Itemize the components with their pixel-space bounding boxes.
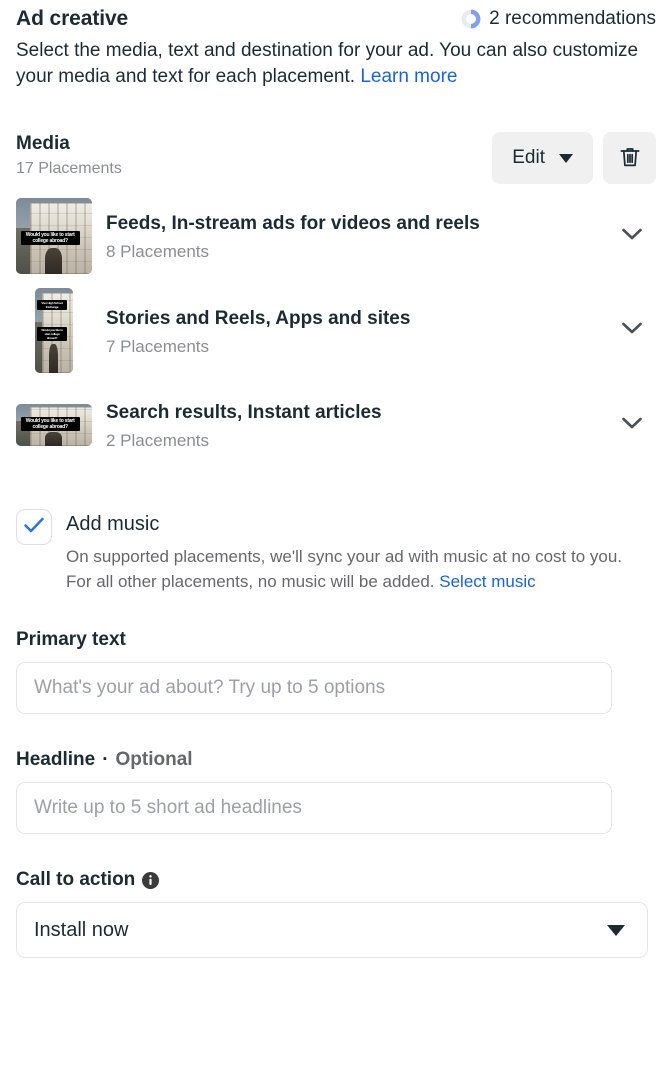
placement-info: Stories and Reels, Apps and sites 7 Plac… (106, 303, 594, 359)
edit-media-label: Edit (512, 147, 545, 168)
call-to-action-label-text: Call to action (16, 869, 136, 890)
ad-creative-panel: Ad creative 2 recommendations Select the… (0, 0, 672, 1068)
media-thumbnail: Would you like to start college abroad? (16, 198, 92, 274)
select-music-link[interactable]: Select music (439, 572, 535, 591)
add-music-description: On supported placements, we'll sync your… (66, 544, 638, 594)
media-title: Media (16, 133, 70, 154)
headline-label: Headline · Optional (16, 748, 656, 772)
headline-label-text: Headline (16, 749, 96, 770)
chevron-down-icon (621, 416, 643, 435)
expand-placement-button[interactable] (608, 227, 656, 246)
learn-more-link[interactable]: Learn more (360, 66, 457, 87)
info-icon[interactable] (142, 871, 160, 889)
add-music-checkbox[interactable] (16, 509, 52, 545)
placement-name: Search results, Instant articles (106, 402, 382, 423)
placement-row[interactable]: Vivo High School Exchange Would you like… (16, 288, 656, 373)
placement-row[interactable]: Would you like to start college abroad? … (16, 198, 656, 274)
placement-info: Feeds, In-stream ads for videos and reel… (106, 208, 594, 264)
placement-name: Feeds, In-stream ads for videos and reel… (106, 213, 480, 234)
add-music-description-text: On supported placements, we'll sync your… (66, 547, 623, 591)
primary-text-label-text: Primary text (16, 629, 126, 650)
thumbnail-cell: Would you like to start college abroad? (16, 198, 92, 274)
placement-name: Stories and Reels, Apps and sites (106, 307, 411, 329)
chevron-down-icon (621, 321, 643, 340)
placement-count: 7 Placements (106, 336, 209, 356)
media-header: Media 17 Placements Edit (16, 132, 656, 184)
thumbnail-caption-top: Vivo High School Exchange (37, 299, 67, 310)
primary-text-input[interactable] (16, 662, 612, 714)
thumbnail-caption: Would you like to start college abroad? (20, 231, 80, 246)
placement-count: 2 Placements (106, 431, 209, 450)
edit-media-button[interactable]: Edit (492, 132, 593, 184)
headline-optional-tag: Optional (115, 749, 193, 770)
call-to-action-label: Call to action (16, 868, 656, 892)
media-header-texts: Media 17 Placements (16, 132, 122, 179)
media-section: Media 17 Placements Edit Would you like … (16, 132, 656, 463)
recommendations-label: 2 recommendations (489, 8, 656, 29)
checkmark-icon (23, 516, 45, 539)
add-music-block: Add music On supported placements, we'll… (16, 507, 656, 594)
media-thumbnail: Would you like to start college abroad? (16, 404, 92, 446)
headline-label-separator: · (102, 749, 109, 770)
recommendations-badge[interactable]: 2 recommendations (461, 6, 656, 30)
delete-media-button[interactable] (603, 132, 656, 184)
add-music-label: Add music (66, 513, 160, 535)
trash-icon (617, 144, 643, 173)
placement-row[interactable]: Would you like to start college abroad? … (16, 387, 656, 463)
media-thumbnail: Vivo High School Exchange Would you like… (35, 288, 73, 373)
caret-down-icon (607, 924, 625, 936)
thumbnail-caption: Would you like to start college abroad? (20, 416, 80, 431)
headline-input[interactable] (16, 782, 612, 834)
chevron-down-icon (621, 227, 643, 246)
media-actions: Edit (492, 132, 656, 184)
primary-text-label: Primary text (16, 628, 656, 652)
expand-placement-button[interactable] (608, 321, 656, 340)
add-music-texts: Add music On supported placements, we'll… (66, 507, 656, 594)
thumbnail-caption: Would you like to start college abroad? (37, 327, 67, 342)
call-to-action-selected-value: Install now (34, 918, 129, 941)
media-placement-count: 17 Placements (16, 160, 122, 177)
placement-count: 8 Placements (106, 242, 209, 261)
thumbnail-cell: Would you like to start college abroad? (16, 404, 92, 446)
page-title: Ad creative (16, 7, 129, 30)
placement-info: Search results, Instant articles 2 Place… (106, 397, 594, 453)
headline-field: Headline · Optional (16, 748, 656, 834)
call-to-action-select[interactable]: Install now (16, 902, 648, 958)
header: Ad creative 2 recommendations (16, 0, 656, 32)
call-to-action-field: Call to action Install now (16, 868, 656, 958)
panel-description: Select the media, text and destination f… (16, 38, 656, 90)
panel-description-text: Select the media, text and destination f… (16, 40, 639, 87)
progress-ring-icon (461, 9, 481, 29)
primary-text-field: Primary text (16, 628, 656, 714)
thumbnail-cell: Vivo High School Exchange Would you like… (16, 288, 92, 373)
caret-down-icon (559, 153, 573, 163)
expand-placement-button[interactable] (608, 416, 656, 435)
